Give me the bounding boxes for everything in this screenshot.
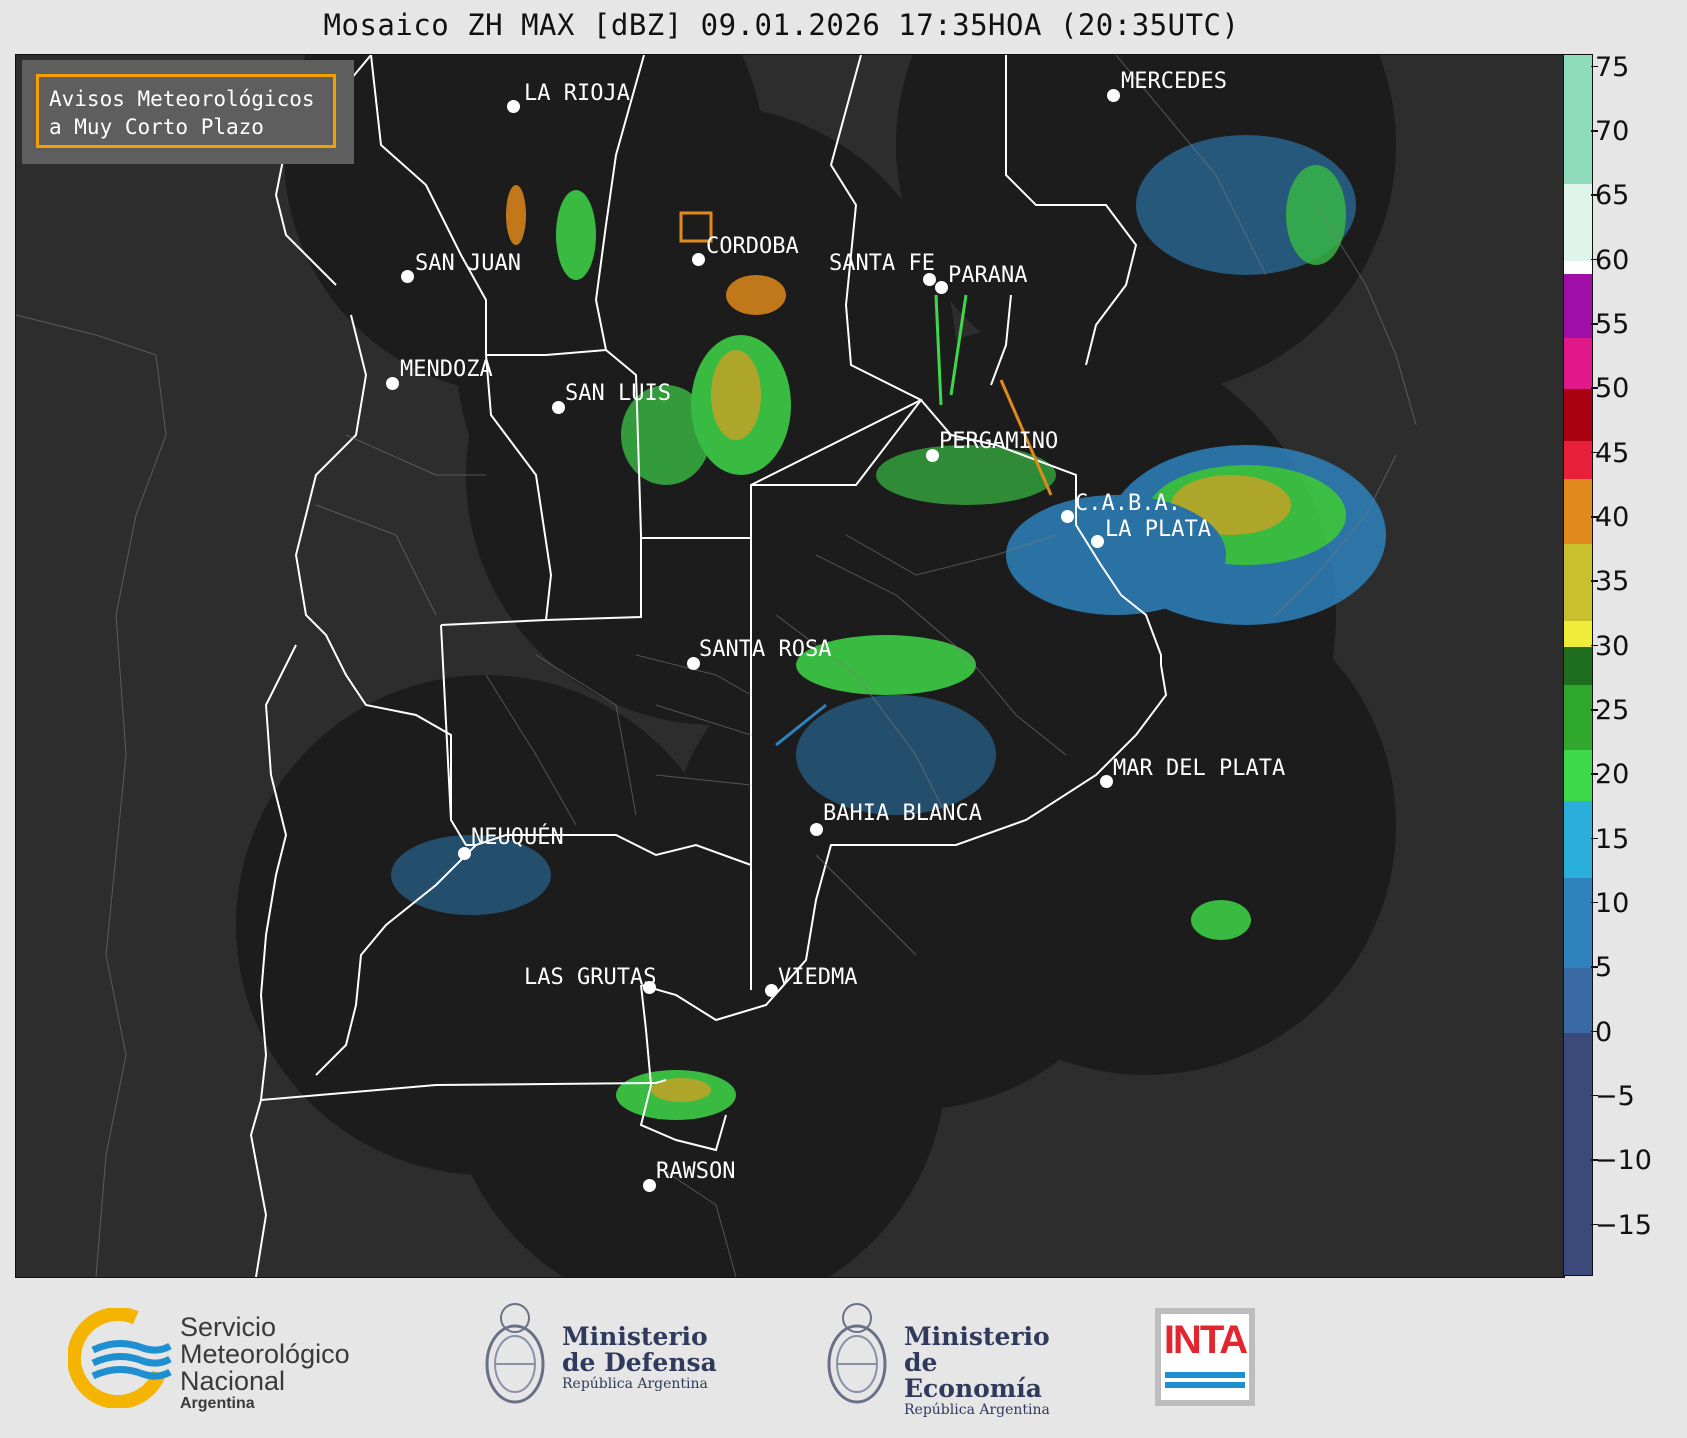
inta-text: INTA	[1163, 1318, 1248, 1362]
colorbar-band	[1564, 389, 1592, 441]
economia-line-1: Ministerio	[904, 1322, 1050, 1351]
city-marker[interactable]	[1107, 89, 1120, 102]
city-marker[interactable]	[643, 1179, 656, 1192]
colorbar-tick-label: 10	[1590, 887, 1630, 919]
colorbar-tick-label: 35	[1590, 566, 1630, 598]
city-marker[interactable]	[458, 847, 471, 860]
city-marker[interactable]	[1091, 535, 1104, 548]
colorbar-band	[1564, 685, 1592, 750]
colorbar-band	[1564, 440, 1592, 480]
defensa-line-2: de Defensa	[562, 1348, 717, 1377]
smn-logo: Servicio Meteorológico Nacional Argentin…	[68, 1308, 388, 1412]
defensa-logo: Ministerio de Defensa República Argentin…	[480, 1296, 720, 1416]
economia-line-2: de Economía	[904, 1348, 1042, 1403]
city-marker[interactable]	[1061, 510, 1074, 523]
colorbar-band	[1564, 260, 1592, 274]
colorbar-tick-label: −10	[1591, 1145, 1652, 1177]
colorbar-tick-label: 65	[1590, 180, 1630, 212]
smn-emblem-icon	[68, 1308, 172, 1408]
colorbar-band	[1564, 1032, 1592, 1275]
colorbar-band	[1564, 337, 1592, 390]
colorbar-tick-label: −5	[1591, 1080, 1635, 1112]
city-marker[interactable]	[810, 823, 823, 836]
radar-map[interactable]: LA RIOJA SAN JUAN CORDOBA SANTA FE PARAN…	[15, 54, 1565, 1278]
colorbar-band	[1564, 801, 1592, 879]
economia-logo: Ministerio de Economía República Argenti…	[822, 1296, 1082, 1418]
city-label: SAN JUAN	[415, 251, 521, 276]
city-marker[interactable]	[401, 270, 414, 283]
colorbar-tick-label: 20	[1590, 759, 1630, 791]
city-label: MENDOZA	[400, 357, 493, 382]
city-marker[interactable]	[935, 281, 948, 294]
city-marker[interactable]	[552, 401, 565, 414]
city-label: CORDOBA	[706, 234, 799, 259]
defensa-line-1: Ministerio	[562, 1322, 708, 1351]
colorbar-tick-label: 50	[1590, 373, 1630, 405]
city-label: LA RIOJA	[524, 81, 630, 106]
colorbar-tick-label: 40	[1590, 502, 1630, 534]
city-marker[interactable]	[926, 449, 939, 462]
smn-sub: Argentina	[180, 1395, 255, 1412]
warning-badge: Avisos Meteorológicos a Muy Corto Plazo	[22, 60, 354, 164]
colorbar-tick-label: 45	[1590, 437, 1630, 469]
map-title: Mosaico ZH MAX [dBZ] 09.01.2026 17:35HOA…	[323, 8, 1240, 42]
colorbar-band	[1564, 620, 1592, 647]
city-marker[interactable]	[507, 100, 520, 113]
colorbar-tick-label: −15	[1591, 1209, 1652, 1241]
colorbar-tick-label: 0	[1590, 1016, 1613, 1048]
colorbar	[1563, 54, 1593, 1276]
city-label: SANTA FE	[829, 251, 935, 276]
colorbar-band	[1564, 878, 1592, 969]
badge-line-2: a Muy Corto Plazo	[49, 115, 264, 139]
smn-line-1: Servicio	[180, 1312, 277, 1342]
colorbar-tick-label: 55	[1590, 309, 1630, 341]
city-marker[interactable]	[692, 253, 705, 266]
colorbar-band	[1564, 479, 1592, 544]
city-label: PARANA	[948, 263, 1028, 288]
colorbar-band	[1564, 55, 1592, 184]
city-label: LA PLATA	[1105, 517, 1211, 542]
city-label: NEUQUÉN	[471, 825, 564, 850]
colorbar-band	[1564, 183, 1592, 261]
smn-line-2: Meteorológico	[180, 1339, 350, 1369]
city-label: C.A.B.A.	[1075, 491, 1181, 516]
colorbar-tick-label: 15	[1590, 823, 1630, 855]
colorbar-band	[1564, 749, 1592, 802]
city-label: SAN LUIS	[565, 381, 671, 406]
coat-of-arms-icon	[827, 1303, 887, 1404]
colorbar-tick-label: 25	[1590, 695, 1630, 727]
defensa-sub: República Argentina	[562, 1376, 708, 1392]
city-label: LAS GRUTAS	[524, 965, 657, 990]
colorbar-tick-label: 30	[1590, 630, 1630, 662]
colorbar-band	[1564, 968, 1592, 1033]
footer-logos: Servicio Meteorológico Nacional Argentin…	[0, 1276, 1687, 1438]
colorbar-tick-label: 60	[1590, 244, 1630, 276]
colorbar-tick-label: 70	[1590, 116, 1630, 148]
city-label: BAHIA BLANCA	[823, 801, 982, 826]
colorbar-tick-label: 75	[1590, 51, 1630, 83]
coat-of-arms-icon	[485, 1303, 545, 1404]
colorbar-tick-label: 5	[1590, 952, 1613, 984]
city-label: SANTA ROSA	[699, 637, 832, 662]
city-label: PERGAMINO	[939, 429, 1059, 454]
colorbar-band	[1564, 646, 1592, 686]
inta-logo: INTA	[1155, 1308, 1255, 1406]
economia-sub: República Argentina	[904, 1402, 1050, 1418]
badge-line-1: Avisos Meteorológicos	[49, 87, 315, 111]
warning-badge-frame: Avisos Meteorológicos a Muy Corto Plazo	[36, 74, 336, 148]
colorbar-band	[1564, 543, 1592, 621]
city-label: MERCEDES	[1121, 69, 1227, 94]
city-label: MAR DEL PLATA	[1113, 756, 1286, 781]
city-marker[interactable]	[765, 984, 778, 997]
smn-line-3: Nacional	[180, 1366, 286, 1396]
city-label: VIEDMA	[778, 965, 858, 990]
city-label: RAWSON	[656, 1159, 736, 1184]
colorbar-band	[1564, 273, 1592, 338]
city-marker[interactable]	[386, 377, 399, 390]
city-marker[interactable]	[1100, 775, 1113, 788]
